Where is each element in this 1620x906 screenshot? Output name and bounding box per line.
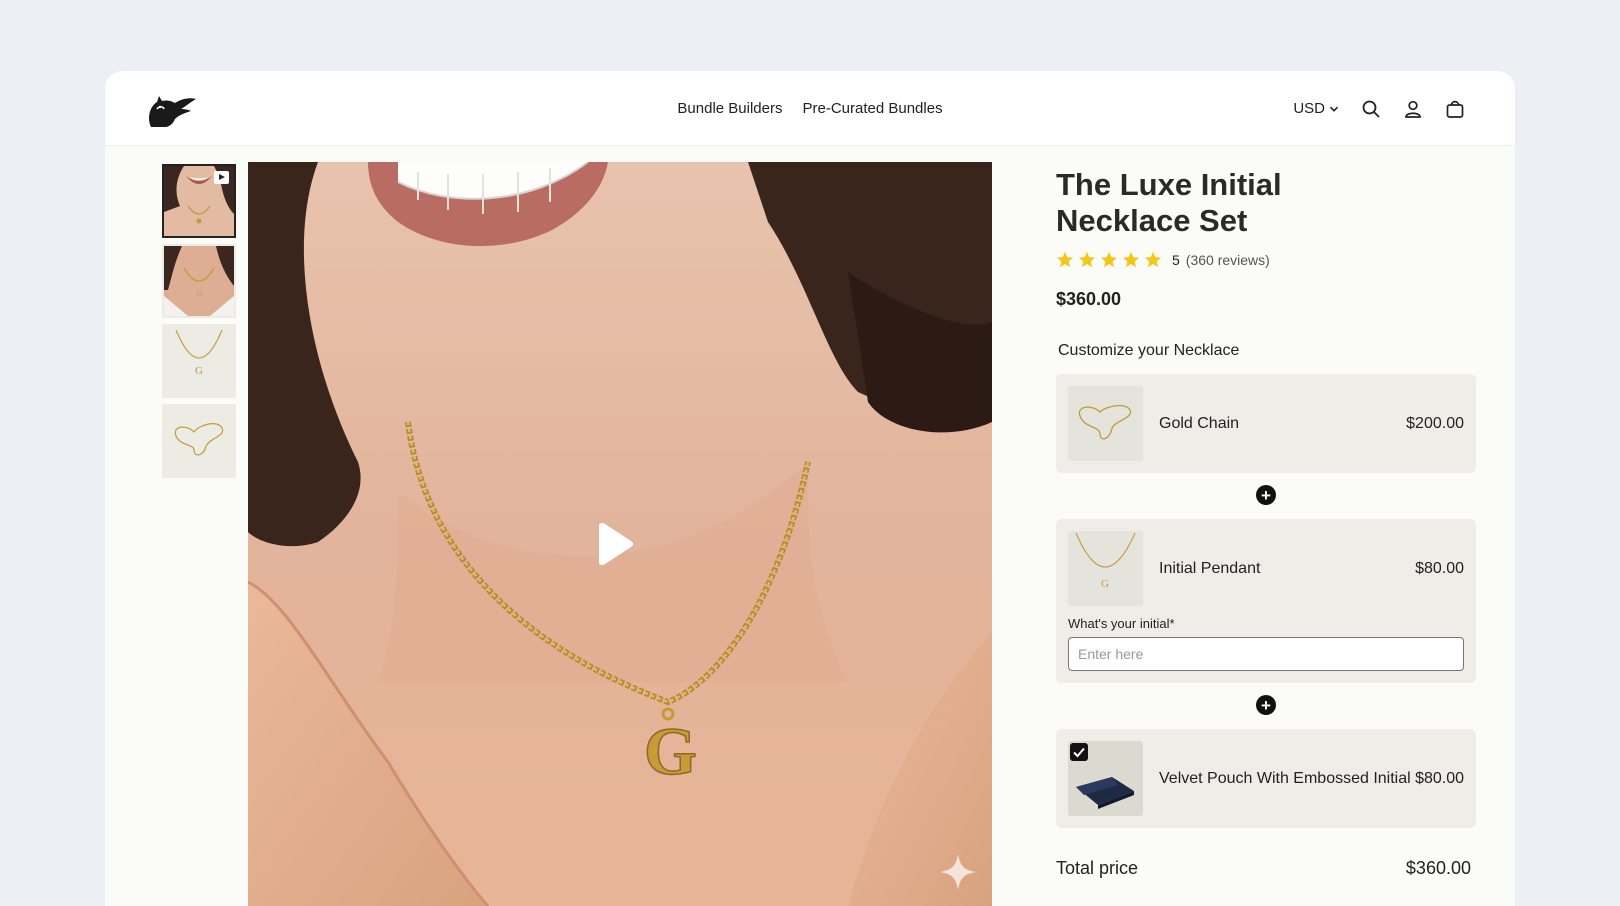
video-badge-icon: [214, 171, 229, 184]
star-icon: [1078, 251, 1096, 268]
star-icon: [1122, 251, 1140, 268]
velvet-pouch-image: [1068, 741, 1143, 816]
option-name: Initial Pendant: [1159, 559, 1261, 577]
nav-bundle-builders[interactable]: Bundle Builders: [677, 100, 782, 117]
header-actions: USD: [1293, 71, 1465, 146]
total-row: Total price $360.00: [1056, 858, 1471, 879]
product-panel: The Luxe Initial Necklace Set 5 (360 rev…: [1056, 167, 1476, 879]
plus-icon: +: [1256, 695, 1276, 715]
gold-chain-image: [1068, 386, 1143, 461]
sparkle-icon: [940, 854, 976, 890]
option-price: $200.00: [1406, 414, 1464, 432]
store-window: Bundle Builders Pre-Curated Bundles USD: [105, 71, 1515, 906]
product-price: $360.00: [1056, 289, 1122, 309]
site-header: Bundle Builders Pre-Curated Bundles USD: [105, 71, 1515, 146]
currency-label: USD: [1293, 100, 1325, 117]
option-price: $80.00: [1415, 559, 1464, 577]
total-value: $360.00: [1405, 858, 1471, 878]
total-label: Total price: [1056, 858, 1139, 878]
main-product-media[interactable]: G: [248, 162, 992, 906]
thumbnail-pendant[interactable]: G: [162, 324, 236, 398]
nav-pre-curated-bundles[interactable]: Pre-Curated Bundles: [803, 100, 943, 117]
cart-bag-icon[interactable]: [1445, 99, 1465, 119]
option-card-velvet-pouch[interactable]: Velvet Pouch With Embossed Initial $80.0…: [1056, 729, 1476, 828]
option-price: $80.00: [1415, 769, 1464, 787]
plus-divider: +: [1056, 695, 1476, 715]
review-count[interactable]: (360 reviews): [1186, 252, 1270, 268]
product-title: The Luxe Initial Necklace Set: [1056, 167, 1282, 238]
initial-pendant-image: G: [1068, 531, 1143, 606]
svg-text:G: G: [197, 289, 203, 298]
chain-image-icon: [1078, 404, 1132, 440]
plus-divider: +: [1056, 485, 1476, 505]
thumbnail-gallery: G G: [162, 164, 238, 484]
thumbnail-video[interactable]: [162, 164, 236, 238]
initial-field-label: What's your initial*: [1068, 616, 1175, 631]
thumbnail-closeup[interactable]: G: [162, 244, 236, 318]
plus-icon: +: [1256, 485, 1276, 505]
star-icon: [1056, 251, 1074, 268]
customize-heading: Customize your Necklace: [1058, 342, 1240, 359]
option-name: Gold Chain: [1159, 414, 1240, 432]
search-icon[interactable]: [1361, 99, 1381, 119]
product-rating[interactable]: 5 (360 reviews): [1056, 251, 1476, 269]
thumbnail-chain[interactable]: [162, 404, 236, 478]
star-rating: [1056, 251, 1162, 269]
neck-closeup-thumb-icon: G: [164, 246, 234, 316]
star-icon: [1144, 251, 1162, 268]
pendant-image-icon: G: [1075, 532, 1136, 590]
checkbox-checked-icon[interactable]: [1070, 743, 1088, 761]
pendant-thumb-icon: G: [164, 326, 234, 396]
chevron-down-icon: [1329, 106, 1339, 112]
chain-thumb-icon: [164, 406, 234, 476]
account-icon[interactable]: [1403, 99, 1423, 119]
option-name: Velvet Pouch With Embossed Initial: [1159, 769, 1411, 787]
play-video-icon[interactable]: [594, 522, 634, 566]
svg-text:G: G: [644, 713, 697, 789]
currency-selector[interactable]: USD: [1293, 100, 1339, 117]
star-icon: [1100, 251, 1118, 268]
option-card-gold-chain[interactable]: Gold Chain $200.00: [1056, 374, 1476, 473]
option-card-initial-pendant[interactable]: G Initial Pendant $80.00 What's your ini…: [1056, 519, 1476, 683]
initial-input[interactable]: [1068, 637, 1464, 671]
svg-text:G: G: [195, 365, 203, 377]
rating-value: 5: [1172, 252, 1180, 268]
svg-text:G: G: [1101, 578, 1109, 590]
